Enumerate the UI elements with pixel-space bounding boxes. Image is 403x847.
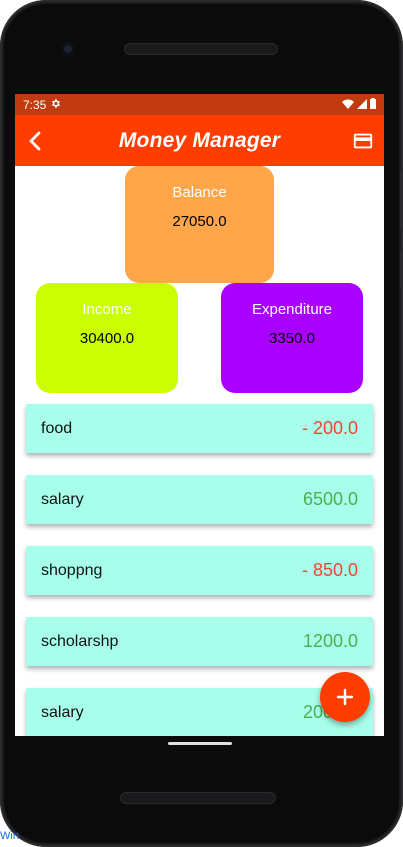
transaction-amount: 1200.0 [302,631,358,651]
income-card: Income 30400.0 [36,283,178,393]
transaction-name: salary [41,490,84,508]
transaction-name: salary [41,703,84,721]
signal-icon [357,98,367,112]
app-bar: Money Manager [15,115,384,166]
expenditure-label: Expenditure [251,301,333,318]
battery-icon [370,97,376,112]
transaction-row[interactable]: food - 200.0 [26,404,373,453]
transaction-name: shoppng [41,561,103,579]
back-arrow-icon [29,131,41,151]
transaction-name: scholarshp [41,632,119,650]
app-title: Money Manager [118,128,281,152]
phone-frame: 7:35 Money Manager Balance 27050.0 Incom… [0,0,403,847]
balance-value: 27050.0 [172,213,227,230]
card-button[interactable] [352,130,374,152]
expenditure-card: Expenditure 3350.0 [221,283,363,393]
plus-icon [336,688,354,706]
top-speaker [124,43,278,55]
status-time: 7:35 [23,97,47,112]
transaction-row[interactable]: salary 6500.0 [26,475,373,524]
back-button[interactable] [25,129,47,153]
credit-card-icon [353,133,373,149]
home-gesture-handle[interactable] [168,742,232,745]
transaction-amount: - 200.0 [301,418,358,438]
balance-label: Balance [172,184,227,201]
transaction-row[interactable]: shoppng - 850.0 [26,546,373,595]
expenditure-value: 3350.0 [269,330,315,347]
transaction-list: food - 200.0 salary 6500.0 shoppng - 850… [26,404,373,736]
balance-card: Balance 27050.0 [125,166,274,283]
bottom-speaker [120,792,276,804]
transaction-name: food [41,419,73,437]
add-transaction-button[interactable] [320,672,370,722]
edge-text: Win [0,830,19,842]
app-screen: 7:35 Money Manager Balance 27050.0 Incom… [15,94,384,736]
income-label: Income [82,301,132,318]
front-camera [61,42,75,56]
transaction-amount: 6500.0 [302,489,358,509]
wifi-icon [342,98,354,112]
status-bar: 7:35 [15,94,384,115]
transaction-amount: - 850.0 [301,560,358,580]
gear-icon [50,98,61,112]
transaction-row[interactable]: scholarshp 1200.0 [26,617,373,666]
income-value: 30400.0 [79,330,135,347]
